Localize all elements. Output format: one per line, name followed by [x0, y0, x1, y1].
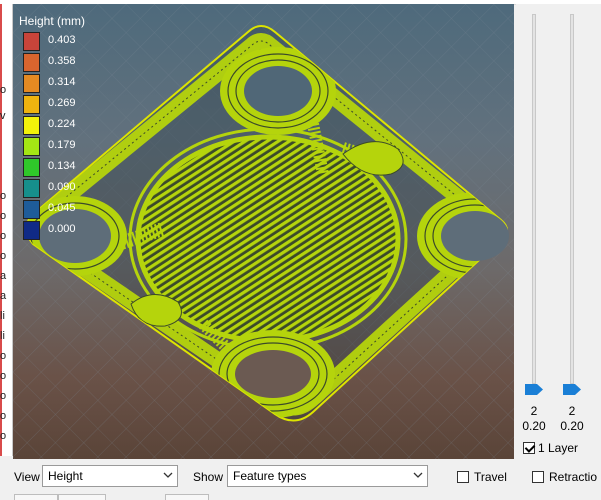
right-mount-hole	[441, 211, 509, 261]
legend-title: Height (mm)	[19, 14, 86, 28]
legend-value: 0.090	[48, 181, 76, 193]
legend-color-swatch	[23, 95, 40, 114]
legend-color-swatch	[23, 32, 40, 51]
legend-color-swatch	[23, 116, 40, 135]
panel-text-fragment: a	[0, 290, 7, 302]
sliced-model-preview	[13, 4, 514, 459]
tab-stub[interactable]	[165, 494, 209, 500]
legend-value: 0.134	[48, 160, 76, 172]
top-mount-hole	[244, 66, 312, 116]
3d-preview-viewport[interactable]: Height (mm) 0.403 0.358 0.314 0.269 0.224 0.1…	[13, 4, 514, 459]
panel-text-fragment: o	[0, 230, 7, 242]
left-side-panel: o v o o o o a a li li o o o o o	[0, 4, 13, 456]
panel-text-fragment: o	[0, 250, 7, 262]
lower-layer-slider-track[interactable]	[570, 14, 574, 384]
legend-entry: 0.045	[19, 199, 85, 220]
panel-text-fragment: v	[0, 110, 6, 122]
upper-layer-slider-track[interactable]	[532, 14, 536, 384]
one-layer-checkbox[interactable]	[523, 442, 535, 454]
legend-entry: 0.000	[19, 220, 85, 241]
legend-entry: 0.134	[19, 157, 85, 178]
legend-entry: 0.179	[19, 136, 85, 157]
show-features-value: Feature types	[233, 469, 307, 483]
lower-layer-height: 0.20	[560, 419, 584, 433]
panel-text-fragment: o	[0, 84, 7, 96]
upper-layer-number: 2	[530, 404, 538, 418]
panel-text-fragment: li	[0, 330, 5, 342]
panel-text-fragment: o	[0, 350, 7, 362]
panel-text-fragment: li	[0, 310, 5, 322]
panel-text-fragment: o	[0, 190, 7, 202]
view-mode-select[interactable]: Height	[42, 465, 178, 487]
chevron-down-icon	[413, 472, 423, 478]
upper-layer-height: 0.20	[522, 419, 546, 433]
legend-color-swatch	[23, 137, 40, 156]
bottom-mount-hole	[235, 350, 311, 398]
legend-color-swatch	[23, 200, 40, 219]
panel-text-fragment: o	[0, 370, 7, 382]
layer-slider-panel: 2 0.20 2 0.20 1 Layer	[516, 4, 601, 459]
retraction-label: Retractio	[549, 470, 598, 484]
legend-value: 0.403	[48, 34, 76, 46]
legend-value: 0.269	[48, 97, 76, 109]
legend-color-swatch	[23, 158, 40, 177]
height-legend: Height (mm) 0.403 0.358 0.314 0.269 0.224 0.1…	[19, 14, 85, 241]
retraction-checkbox[interactable]	[532, 471, 544, 483]
legend-entry: 0.224	[19, 115, 85, 136]
legend-color-swatch	[23, 221, 40, 240]
legend-color-swatch	[23, 74, 40, 93]
retraction-toggle[interactable]: Retractio	[532, 470, 601, 484]
travel-label: Travel	[474, 470, 507, 484]
legend-color-swatch	[23, 53, 40, 72]
lower-layer-number: 2	[568, 404, 576, 418]
panel-text-fragment: o	[0, 390, 7, 402]
legend-entry: 0.269	[19, 94, 85, 115]
legend-value: 0.000	[48, 223, 76, 235]
show-label: Show	[193, 470, 224, 484]
legend-value: 0.358	[48, 55, 76, 67]
tab-stub[interactable]	[58, 494, 106, 500]
panel-text-fragment: o	[0, 430, 7, 442]
legend-value: 0.179	[48, 139, 76, 151]
travel-toggle[interactable]: Travel	[457, 470, 507, 484]
legend-entry: 0.358	[19, 52, 85, 73]
legend-value: 0.224	[48, 118, 76, 130]
view-mode-value: Height	[48, 469, 83, 483]
legend-entry: 0.403	[19, 31, 85, 52]
panel-text-fragment: o	[0, 210, 7, 222]
legend-value: 0.314	[48, 76, 76, 88]
legend-entry: 0.090	[19, 178, 85, 199]
upper-layer-slider-thumb[interactable]	[525, 384, 543, 395]
one-layer-toggle[interactable]: 1 Layer	[523, 441, 578, 455]
one-layer-label: 1 Layer	[538, 441, 579, 455]
tab-stub[interactable]	[14, 494, 58, 500]
show-features-select[interactable]: Feature types	[227, 465, 428, 487]
view-label: View	[14, 470, 40, 484]
legend-color-swatch	[23, 179, 40, 198]
panel-text-fragment: a	[0, 270, 7, 282]
preview-toolbar: View Height Show Feature types Travel Re…	[0, 461, 601, 500]
legend-entry: 0.314	[19, 73, 85, 94]
chevron-down-icon	[163, 472, 173, 478]
legend-value: 0.045	[48, 202, 76, 214]
lower-layer-slider-thumb[interactable]	[563, 384, 581, 395]
travel-checkbox[interactable]	[457, 471, 469, 483]
panel-text-fragment: o	[0, 410, 7, 422]
